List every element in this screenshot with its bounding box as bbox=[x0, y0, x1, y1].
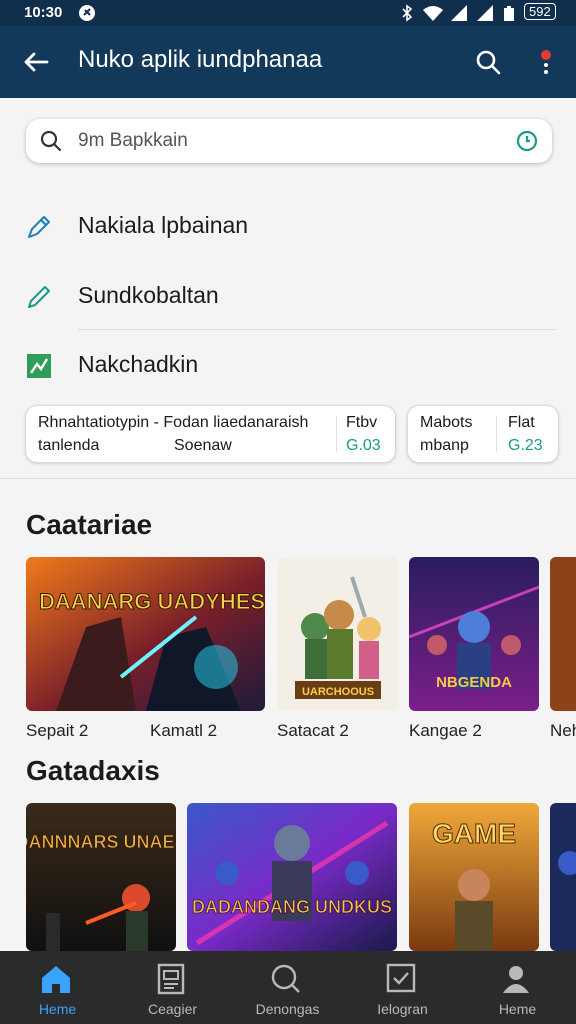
section-title: Caatariae bbox=[26, 509, 153, 540]
tile-art-title: DAANARG UADYHES bbox=[39, 589, 265, 614]
nav-profile[interactable]: Heme bbox=[460, 951, 575, 1024]
card-value: G.23 bbox=[508, 437, 543, 454]
nav-search[interactable]: Denongas bbox=[230, 951, 345, 1024]
home-icon bbox=[42, 966, 70, 993]
more-vert-icon bbox=[541, 50, 551, 74]
tile-art-title: UARCHOOUS bbox=[302, 686, 374, 698]
card-value: G.03 bbox=[346, 437, 381, 454]
card-text: Soenaw bbox=[174, 437, 232, 454]
info-card-1[interactable]: Rhnahtatiotypin - Fodan liaedanaraish ta… bbox=[25, 405, 396, 463]
menu-item-label: Nakiala lpbainan bbox=[78, 212, 249, 238]
nav-label: Ielogran bbox=[377, 1001, 428, 1017]
profile-icon bbox=[503, 966, 529, 993]
nav-categories[interactable]: Ceagier bbox=[115, 951, 230, 1024]
info-card-2[interactable]: Mabots mbanp Flat G.23 bbox=[407, 405, 559, 463]
card-text: tanlenda bbox=[38, 437, 100, 454]
tile-art-title: GAME bbox=[432, 818, 516, 849]
card-label: Ftbv bbox=[346, 414, 378, 431]
game-tile[interactable]: GAME bbox=[409, 803, 539, 951]
nav-label: Ceagier bbox=[147, 1001, 198, 1017]
arrow-left-icon bbox=[24, 52, 49, 72]
status-time: 10:30 bbox=[24, 4, 63, 21]
clock-icon[interactable] bbox=[516, 130, 538, 152]
tile-art-title: DANNNARS UNAES bbox=[26, 832, 176, 852]
bottom-navigation: Heme Ceagier Denongas Ielogran Heme bbox=[0, 951, 576, 1024]
card-label: Flat bbox=[508, 414, 535, 431]
card-text: Rhnahtatiotypin - Fodan liaedanaraish bbox=[38, 414, 309, 431]
tile-label: Kangae 2 bbox=[409, 721, 482, 740]
app-bar: Nuko aplik iundphanaa bbox=[0, 26, 576, 98]
tile-label: Neh bbox=[550, 721, 576, 740]
edit-icon bbox=[28, 286, 50, 308]
pencil-icon bbox=[28, 216, 50, 238]
tile-label: Sepait 2 bbox=[26, 721, 89, 740]
chart-icon bbox=[27, 354, 51, 378]
card-separator bbox=[496, 416, 497, 452]
menu-item-label: Sundkobaltan bbox=[78, 282, 219, 308]
nav-label: Heme bbox=[38, 1001, 77, 1017]
section-title: Gatadaxis bbox=[26, 755, 160, 786]
signal-icon-2 bbox=[476, 4, 494, 22]
more-options-button[interactable] bbox=[526, 42, 566, 82]
search-icon bbox=[476, 50, 501, 75]
wifi-icon bbox=[422, 4, 444, 22]
section-divider bbox=[0, 478, 576, 479]
search-field-icon bbox=[40, 130, 62, 152]
search-button[interactable] bbox=[468, 42, 508, 82]
app-notification-icon bbox=[78, 4, 96, 22]
game-tile[interactable]: NBGENDA bbox=[409, 557, 539, 711]
tile-label: Satacat 2 bbox=[277, 721, 349, 740]
game-tile[interactable]: DAANARG UADYHES bbox=[26, 557, 265, 711]
game-tile[interactable] bbox=[550, 803, 576, 951]
menu-item-2[interactable]: Sundkobaltan bbox=[0, 266, 576, 326]
card-text: Mabots bbox=[420, 414, 473, 431]
check-box-icon bbox=[386, 963, 416, 993]
card-text: mbanp bbox=[420, 437, 469, 454]
battery-small-icon bbox=[502, 4, 516, 22]
divider bbox=[78, 329, 556, 330]
back-button[interactable] bbox=[16, 42, 56, 82]
status-bar: 10:30 592 bbox=[0, 0, 576, 26]
menu-item-label: Nakchadkin bbox=[78, 351, 199, 377]
nav-label: Denongas bbox=[255, 1001, 320, 1017]
battery-level: 592 bbox=[524, 3, 556, 20]
bluetooth-icon bbox=[398, 4, 416, 22]
nav-label: Heme bbox=[498, 1001, 537, 1017]
menu-item-1[interactable]: Nakiala lpbainan bbox=[0, 196, 576, 256]
tile-label: Kamatl 2 bbox=[150, 721, 218, 740]
page-title: Nuko aplik iundphanaa bbox=[78, 46, 323, 73]
document-icon bbox=[157, 963, 185, 995]
game-tile[interactable]: DANNNARS UNAES bbox=[26, 803, 176, 951]
game-tile[interactable]: UARCHOOUS bbox=[277, 557, 398, 711]
nav-library[interactable]: Ielogran bbox=[345, 951, 460, 1024]
game-tile[interactable]: DADANDANG UNDKUS bbox=[187, 803, 397, 951]
game-tile[interactable] bbox=[550, 557, 576, 711]
search-input[interactable]: 9m Bapkkain bbox=[26, 119, 552, 163]
tile-art-title: DADANDANG UNDKUS bbox=[192, 897, 392, 917]
card-separator bbox=[336, 416, 337, 452]
search-icon bbox=[271, 964, 300, 993]
tile-art-title: NBGENDA bbox=[436, 674, 512, 691]
menu-item-3[interactable]: Nakchadkin bbox=[0, 335, 576, 395]
signal-icon bbox=[450, 4, 468, 22]
nav-home[interactable]: Heme bbox=[0, 951, 115, 1024]
search-placeholder: 9m Bapkkain bbox=[78, 130, 188, 151]
